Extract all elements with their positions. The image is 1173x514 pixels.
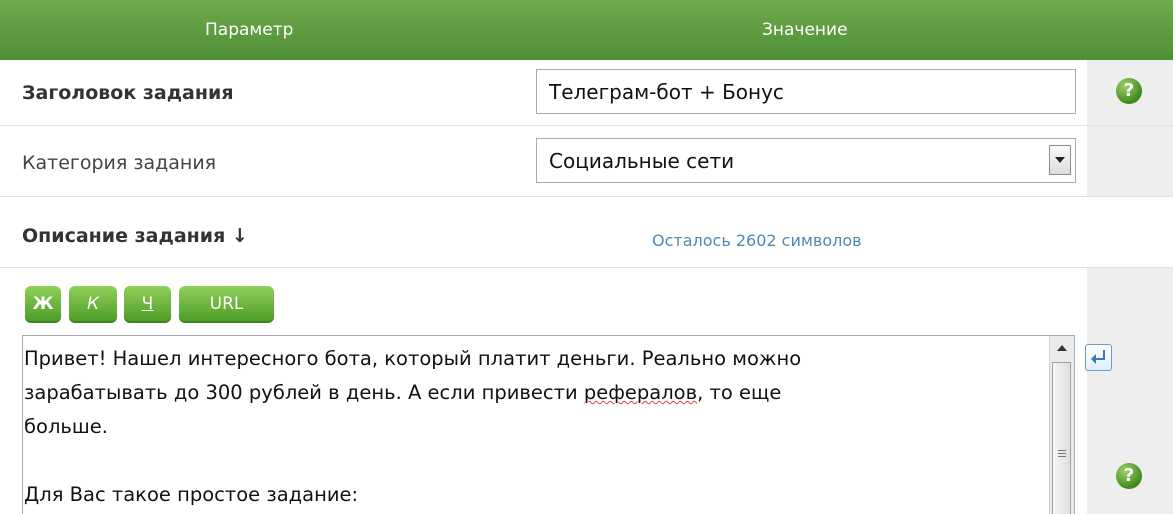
- scroll-up-arrow-icon[interactable]: [1050, 336, 1074, 360]
- description-text: Привет! Нашел интересного бота, который …: [24, 347, 802, 506]
- chevron-down-icon[interactable]: [1049, 145, 1071, 175]
- bold-button[interactable]: Ж: [25, 286, 61, 323]
- url-button[interactable]: URL: [179, 286, 274, 323]
- misspelled-word: рефералов: [583, 381, 698, 404]
- vertical-scrollbar[interactable]: [1049, 336, 1074, 514]
- row-divider: [0, 267, 1173, 268]
- table-header: Параметр Значение: [0, 0, 1173, 60]
- italic-button[interactable]: К: [69, 286, 117, 323]
- task-title-label: Заголовок задания: [22, 82, 234, 104]
- row-divider: [0, 196, 1173, 197]
- help-icon[interactable]: ?: [1116, 78, 1142, 104]
- task-category-label: Категория задания: [22, 152, 217, 174]
- scrollbar-thumb[interactable]: [1052, 362, 1071, 514]
- task-title-input[interactable]: [536, 69, 1076, 114]
- task-description-textarea[interactable]: Привет! Нашел интересного бота, который …: [22, 335, 1075, 514]
- task-category-value: Социальные сети: [549, 149, 735, 173]
- help-icon[interactable]: ?: [1116, 463, 1142, 489]
- task-category-select[interactable]: Социальные сети: [536, 138, 1076, 183]
- underline-button[interactable]: Ч: [124, 286, 171, 323]
- header-value-label: Значение: [762, 20, 848, 40]
- return-arrow-icon[interactable]: [1085, 344, 1112, 371]
- row-divider: [0, 125, 1173, 126]
- side-column: [1087, 126, 1173, 196]
- grip-icon: [1058, 448, 1066, 459]
- header-param-label: Параметр: [205, 20, 294, 40]
- task-description-label: Описание задания ↓: [22, 225, 248, 247]
- remaining-chars-counter: Осталось 2602 символов: [652, 231, 862, 250]
